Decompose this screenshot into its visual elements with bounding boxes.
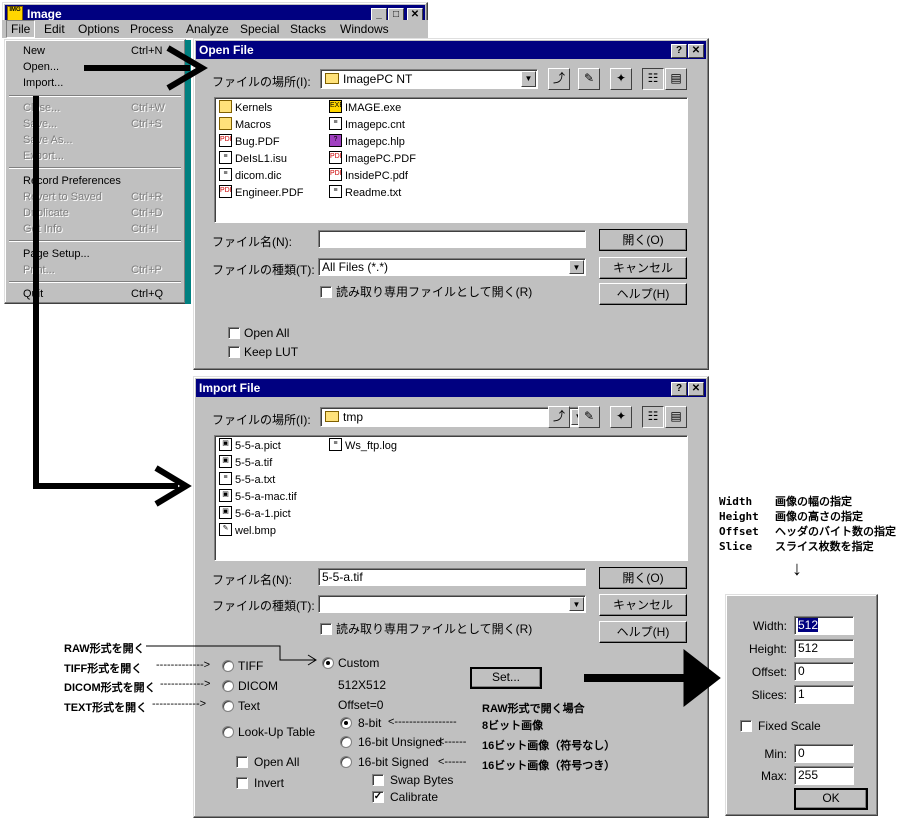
arrow-to-import-dialog [33, 96, 192, 507]
annotation-arrows [33, 45, 721, 708]
raw-connector [146, 645, 317, 666]
arrow-to-set-panel [584, 648, 721, 708]
arrow-to-open-dialog [84, 45, 208, 91]
